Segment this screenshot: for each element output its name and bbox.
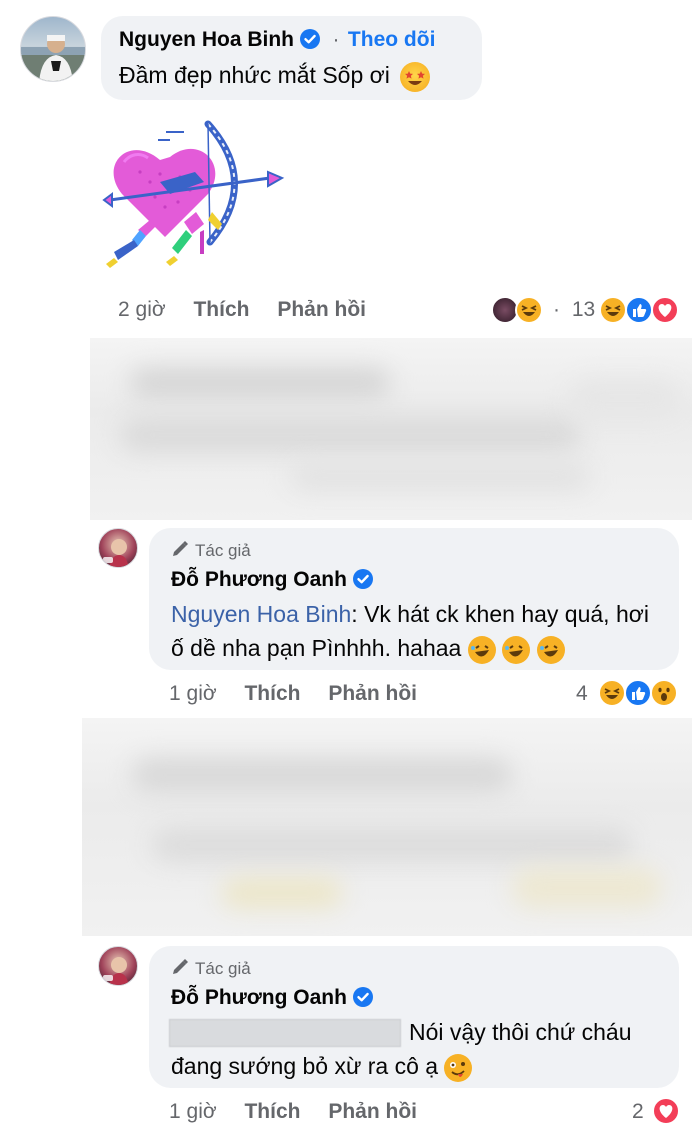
reply-button[interactable]: Phản hồi bbox=[328, 1100, 417, 1123]
wow-reaction-icon bbox=[650, 679, 678, 707]
reply-bubble: Tác giả Đỗ Phương Oanh Nguyen Hoa Binh: … bbox=[149, 528, 679, 670]
author-badge-label: Tác giả bbox=[195, 959, 251, 978]
blurred-comment-area bbox=[82, 718, 692, 936]
author-pencil-icon bbox=[173, 959, 188, 974]
rofl-emoji-icon bbox=[502, 635, 531, 664]
reply-author-name[interactable]: Đỗ Phương Oanh bbox=[171, 568, 347, 591]
like-button[interactable]: Thích bbox=[244, 1100, 300, 1123]
haha-reaction-icon bbox=[598, 679, 626, 707]
reply-time[interactable]: 1 giờ bbox=[169, 682, 217, 705]
rofl-emoji-icon bbox=[467, 635, 496, 664]
cupid-heart-sticker[interactable] bbox=[100, 112, 290, 274]
avatar-photo-icon bbox=[103, 539, 129, 567]
comment-bubble: Nguyen Hoa Binh · Theo dõi Đầm đẹp nhức … bbox=[101, 16, 482, 100]
laughing-emoji-icon bbox=[515, 296, 543, 324]
love-reaction-icon bbox=[652, 1097, 680, 1125]
like-button[interactable]: Thích bbox=[193, 298, 249, 321]
star-struck-emoji-icon bbox=[400, 61, 431, 92]
rofl-emoji-icon bbox=[536, 635, 565, 664]
like-reaction-icon bbox=[624, 679, 652, 707]
mention-link[interactable]: Nguyen Hoa Binh bbox=[171, 601, 351, 627]
follow-button[interactable]: Theo dõi bbox=[348, 28, 436, 51]
like-reaction-icon bbox=[625, 296, 653, 324]
reply-button[interactable]: Phản hồi bbox=[277, 298, 366, 321]
rofl-emoji-icons bbox=[467, 635, 565, 664]
reaction-icons[interactable] bbox=[598, 679, 682, 709]
haha-reaction-icon bbox=[599, 296, 627, 324]
reply-author-name[interactable]: Đỗ Phương Oanh bbox=[171, 986, 347, 1009]
like-button[interactable]: Thích bbox=[244, 682, 300, 705]
avatar-photo-icon bbox=[103, 957, 129, 985]
author-badge-label: Tác giả bbox=[195, 541, 251, 560]
avatar-nguyen-hoa-binh[interactable] bbox=[20, 16, 86, 82]
comment-author-name[interactable]: Nguyen Hoa Binh bbox=[119, 28, 294, 51]
replier-separator: · bbox=[553, 298, 560, 321]
blurred-comment-area bbox=[90, 338, 692, 520]
comment-text: Đầm đẹp nhức mắt Sốp ơi bbox=[119, 62, 390, 88]
reply-text: Nói vậy thôi chứ cháu đang sướng bỏ xừ r… bbox=[171, 1019, 632, 1079]
avatar-do-phuong-oanh[interactable] bbox=[98, 528, 138, 568]
zany-face-emoji-icon bbox=[444, 1053, 473, 1082]
reply-button[interactable]: Phản hồi bbox=[328, 682, 417, 705]
reaction-icons[interactable] bbox=[599, 296, 683, 326]
reaction-icons[interactable] bbox=[652, 1097, 684, 1127]
reaction-count[interactable]: 13 bbox=[572, 298, 595, 321]
love-reaction-icon bbox=[651, 296, 679, 324]
avatar-photo-icon bbox=[21, 35, 85, 81]
reaction-count[interactable]: 2 bbox=[632, 1100, 644, 1124]
verified-badge-icon bbox=[300, 29, 321, 49]
comment-time[interactable]: 2 giờ bbox=[118, 298, 166, 321]
follow-separator: · bbox=[332, 28, 340, 51]
avatar-do-phuong-oanh[interactable] bbox=[98, 946, 138, 986]
author-pencil-icon bbox=[173, 541, 188, 556]
verified-badge-icon bbox=[352, 987, 373, 1007]
reply-bubble: Tác giả Đỗ Phương Oanh Nói vậy thôi chứ … bbox=[149, 946, 679, 1088]
reaction-count[interactable]: 4 bbox=[576, 682, 588, 706]
verified-badge-icon bbox=[352, 569, 373, 589]
reply-time[interactable]: 1 giờ bbox=[169, 1100, 217, 1123]
